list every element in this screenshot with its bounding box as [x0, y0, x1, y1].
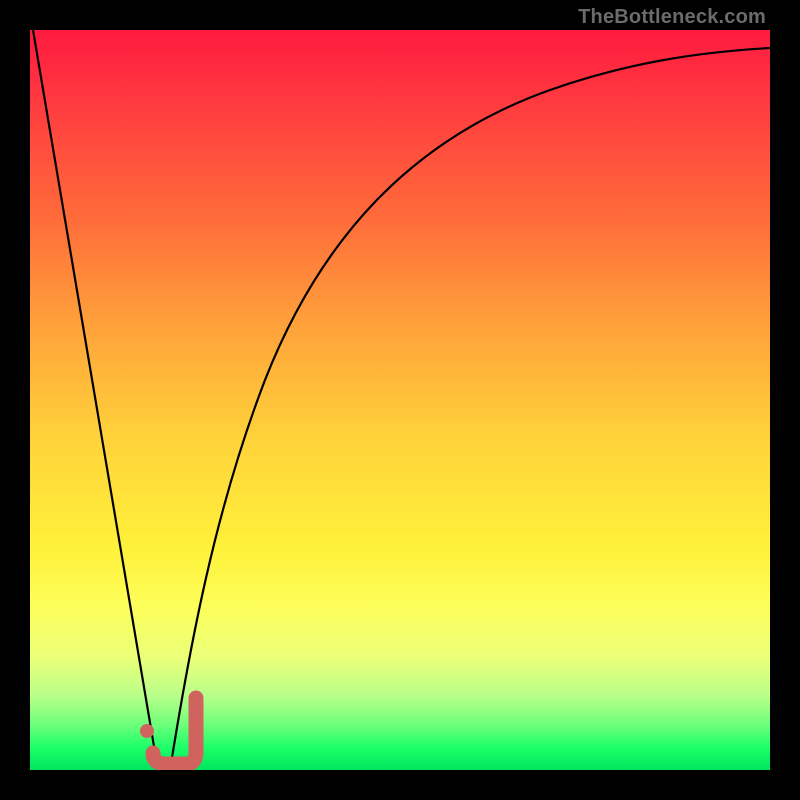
watermark-text: TheBottleneck.com [578, 6, 766, 29]
chart-svg [30, 30, 770, 770]
chart-frame: TheBottleneck.com [0, 0, 800, 800]
curve-right [170, 48, 770, 770]
curve-left [33, 30, 158, 770]
